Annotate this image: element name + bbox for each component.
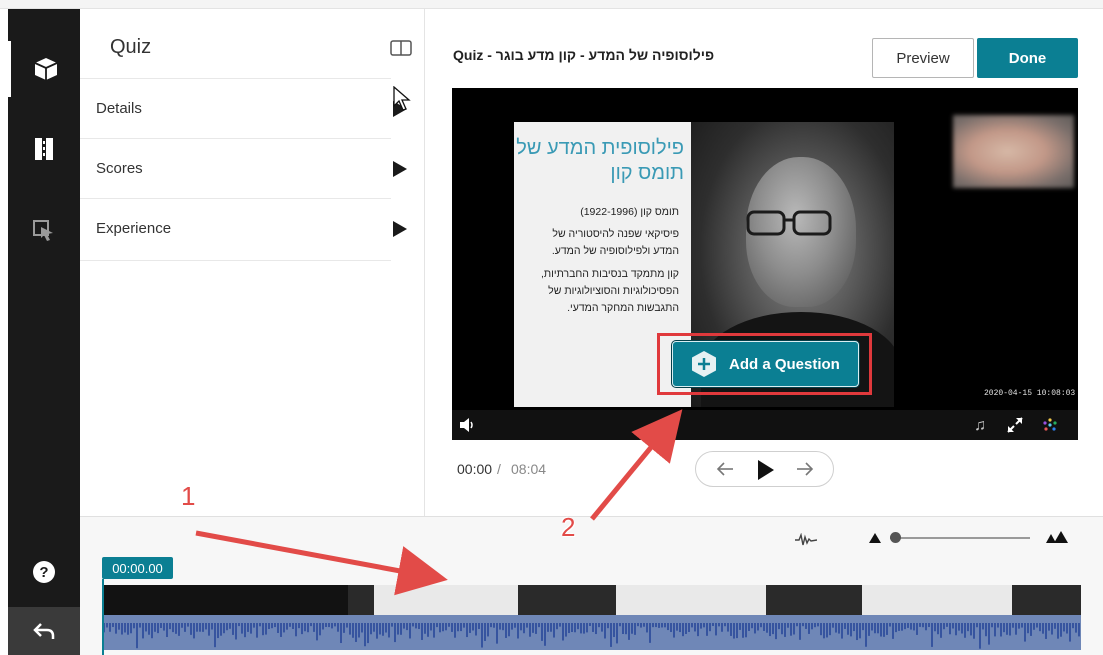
zoom-slider-track[interactable] bbox=[890, 537, 1030, 539]
volume-icon[interactable] bbox=[460, 418, 476, 432]
panel-divider bbox=[80, 260, 391, 261]
waveform-graphic bbox=[104, 623, 1080, 649]
playback-controls bbox=[695, 451, 834, 487]
zoom-in-icon[interactable] bbox=[1046, 531, 1068, 543]
rail-item-media[interactable] bbox=[8, 121, 80, 177]
panel-title: Quiz bbox=[110, 36, 152, 58]
play-icon[interactable] bbox=[758, 460, 774, 480]
plus-hexagon-icon bbox=[692, 351, 716, 377]
zoom-slider-handle[interactable] bbox=[890, 532, 901, 543]
panel-toggle-button[interactable] bbox=[390, 40, 412, 61]
music-note-icon[interactable]: ♫ bbox=[974, 417, 986, 435]
slide-line: פיסיקאי שפנה להיסטוריה של המדע ולפילוסופ… bbox=[551, 228, 679, 257]
arrow-left-icon[interactable] bbox=[716, 461, 734, 477]
timeline-thumbnail bbox=[518, 585, 616, 619]
timeline-thumbnail bbox=[766, 585, 862, 619]
slide-line: קון מתמקד בנסיבות החברתיות, הפסיכולוגיות… bbox=[540, 268, 679, 314]
timeline-track[interactable] bbox=[104, 585, 1081, 650]
time-separator: / bbox=[497, 461, 501, 477]
timeline-thumbnail bbox=[862, 585, 1012, 619]
back-button[interactable] bbox=[8, 607, 80, 655]
playhead-time-label[interactable]: 00:00.00 bbox=[102, 557, 173, 579]
timeline-thumbnail bbox=[1012, 585, 1081, 619]
film-strip-icon bbox=[35, 138, 53, 160]
app-window: ? Quiz Details Scores Experience Quiz - … bbox=[0, 0, 1103, 655]
zoom-out-icon[interactable] bbox=[869, 533, 881, 543]
quiz-settings-panel: Quiz Details Scores Experience bbox=[80, 9, 425, 516]
panel-row-label: Details bbox=[96, 100, 142, 117]
slide-title: פילוסופית המדע של תומס קון bbox=[516, 137, 684, 184]
video-timestamp: 2020-04-15 10:08:03 bbox=[984, 389, 1076, 398]
panel-row-label: Scores bbox=[96, 160, 143, 177]
undo-icon bbox=[33, 623, 55, 639]
chevron-right-icon bbox=[393, 101, 407, 117]
expand-icon[interactable] bbox=[1007, 417, 1023, 433]
cube-icon bbox=[34, 58, 57, 80]
kaltura-logo-icon bbox=[1043, 418, 1057, 431]
timeline-thumbnail bbox=[348, 585, 374, 619]
player-control-bar: ♫ bbox=[452, 410, 1078, 440]
add-question-label: Add a Question bbox=[729, 355, 840, 373]
rail-item-help[interactable]: ? bbox=[8, 544, 80, 600]
timeline-thumbnail bbox=[616, 585, 766, 619]
panel-row-scores[interactable]: Scores bbox=[80, 138, 407, 198]
rail-item-interactions[interactable] bbox=[8, 203, 80, 259]
audio-waveform bbox=[104, 615, 1081, 650]
waveform-icon[interactable] bbox=[795, 533, 817, 547]
panel-toggle-icon bbox=[390, 40, 412, 56]
add-question-button[interactable]: Add a Question bbox=[672, 341, 859, 387]
chevron-right-icon bbox=[393, 221, 407, 237]
cursor-select-icon bbox=[33, 220, 53, 241]
current-time: 00:00 bbox=[457, 461, 493, 477]
panel-row-experience[interactable]: Experience bbox=[80, 198, 407, 258]
chevron-right-icon bbox=[393, 161, 407, 177]
help-icon: ? bbox=[33, 561, 55, 583]
editor-main: Quiz - פילוסופיה של המדע - קון מדע בוגר … bbox=[425, 9, 1103, 516]
arrow-right-icon[interactable] bbox=[796, 461, 814, 477]
panel-row-label: Experience bbox=[96, 220, 172, 237]
done-button[interactable]: Done bbox=[977, 38, 1078, 78]
webcam-overlay bbox=[953, 115, 1074, 188]
top-strip bbox=[0, 0, 1103, 9]
panel-row-details[interactable]: Details bbox=[80, 78, 407, 138]
svg-text:?: ? bbox=[39, 564, 48, 581]
left-rail: ? bbox=[8, 9, 80, 655]
duration-time: 08:04 bbox=[511, 461, 547, 477]
entry-title: Quiz - פילוסופיה של המדע - קון מדע בוגר bbox=[453, 47, 715, 63]
preview-button[interactable]: Preview bbox=[872, 38, 974, 78]
rail-item-quiz[interactable] bbox=[8, 41, 80, 97]
slide-line: תומס קון (1922-1996) bbox=[580, 206, 679, 218]
timeline-thumbnail bbox=[374, 585, 518, 619]
